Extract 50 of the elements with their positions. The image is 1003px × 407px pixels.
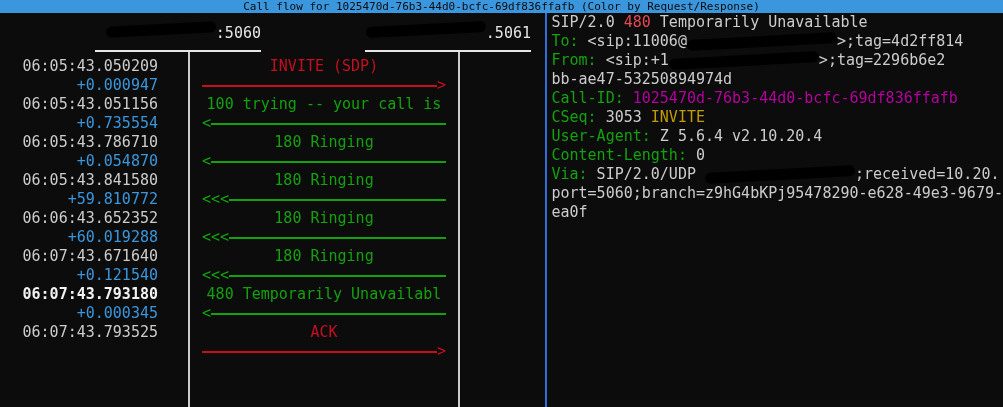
time-delta: +0.735554 [76, 114, 158, 133]
message-label[interactable]: 180 Ringing [274, 171, 374, 190]
header-name: Call-ID: [551, 89, 625, 108]
header-value: >;tag=4d2ff814 [836, 32, 964, 51]
header-value: <sip:11006@ [587, 32, 687, 51]
header-value: 480 [623, 13, 651, 32]
timestamp[interactable]: 06:05:43.050209 [22, 57, 158, 76]
header-value: port=5060;branch=z9hG4bKPj95478290-e628-49e3-9679- [551, 184, 1003, 203]
timestamp[interactable]: 06:05:43.841580 [22, 171, 158, 190]
header-value: 3053 [605, 108, 643, 127]
header-value: 0 [695, 146, 705, 165]
header-value: >;tag=2296b6e2 [818, 51, 946, 70]
timestamp[interactable]: 06:07:43.793525 [22, 323, 158, 342]
time-delta: +59.810772 [67, 190, 158, 209]
header-name: To: [551, 32, 580, 51]
timestamp[interactable]: 06:06:43.652352 [22, 209, 158, 228]
host-label: :5060 [215, 24, 261, 43]
time-delta: +0.121540 [76, 266, 158, 285]
timestamp[interactable]: 06:07:43.671640 [22, 247, 158, 266]
header-value: SIP/2.0/UDP [596, 165, 697, 184]
time-delta: +0.000947 [76, 76, 158, 95]
message-label[interactable]: 480 Temporarily Unavailabl [206, 285, 442, 304]
timestamp[interactable]: 06:05:43.786710 [22, 133, 158, 152]
message-label[interactable]: INVITE (SDP) [269, 57, 379, 76]
header-name: Content-Length: [551, 146, 688, 165]
time-delta: +0.000345 [76, 304, 158, 323]
header-value: SIP/2.0 [551, 13, 616, 32]
header-name: From: [551, 51, 598, 70]
header-value: ;received=10.20. [855, 165, 1000, 184]
timestamp[interactable]: 06:07:43.793180 [22, 285, 158, 304]
message-label[interactable]: 180 Ringing [274, 133, 374, 152]
message-label[interactable]: 180 Ringing [274, 247, 374, 266]
header-name: User-Agent: [551, 127, 652, 146]
window-title: Call flow for 1025470d-76b3-44d0-bcfc-69df836ffafb (Color by Request/Response) [0, 0, 1003, 13]
message-label[interactable]: 100 trying -- your call is [206, 95, 442, 114]
header-value: ea0f [551, 203, 588, 222]
header-value: bb-ae47-53250894974d [551, 70, 733, 89]
header-value: Z 5.6.4 v2.10.20.4 [659, 127, 823, 146]
timestamp[interactable]: 06:05:43.051156 [22, 95, 158, 114]
message-label[interactable]: ACK [310, 323, 338, 342]
header-value: <sip:+1 [605, 51, 669, 70]
header-value: INVITE [650, 108, 705, 127]
header-value: Temporarily Unavailable [658, 13, 868, 32]
time-delta: +0.054870 [76, 152, 158, 171]
header-name: Via: [551, 165, 589, 184]
header-name: CSeq: [551, 108, 598, 127]
message-label[interactable]: 180 Ringing [274, 209, 374, 228]
time-delta: +60.019288 [67, 228, 158, 247]
host-label: .5061 [485, 24, 531, 43]
header-value: 1025470d-76b3-44d0-bcfc-69df836ffafb [632, 89, 958, 108]
